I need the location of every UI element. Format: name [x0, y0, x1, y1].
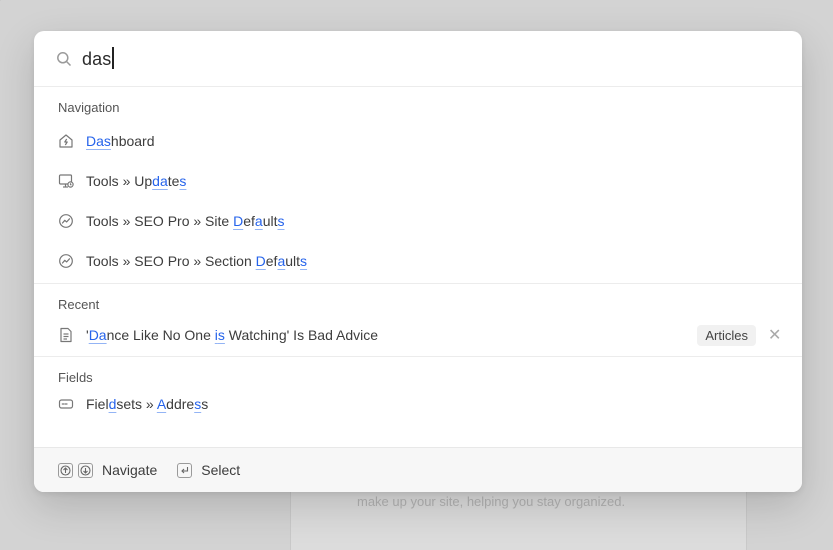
label-text: Watching' Is Bad Advice [224, 327, 379, 343]
label-text: hboard [110, 133, 155, 149]
result-item-tools-updates[interactable]: Tools » Updates [34, 161, 802, 201]
match-highlight: Da [88, 327, 107, 343]
select-hint: Select [201, 462, 241, 478]
result-label: 'Dance Like No One is Watching' Is Bad A… [86, 327, 697, 343]
match-highlight: Das [86, 133, 111, 149]
section-title-recent: Recent [58, 297, 100, 312]
search-icon [56, 51, 72, 67]
arrow-down-key-icon [78, 462, 93, 478]
result-label: Fieldsets » Address [86, 396, 780, 412]
remove-recent-button[interactable]: ✕ [768, 325, 781, 345]
label-text: nce Like No One [106, 327, 215, 343]
seo-chart-icon [58, 213, 74, 229]
label-text: Fiel [86, 396, 109, 412]
match-highlight: A [156, 396, 167, 412]
result-label: Tools » SEO Pro » Site Defaults [86, 213, 780, 229]
label-text: ddre [166, 396, 195, 412]
label-text: ult [285, 253, 301, 269]
search-bar[interactable]: das [34, 31, 802, 87]
result-item-dashboard[interactable]: Dashboard [34, 121, 802, 161]
label-text: te [167, 173, 180, 189]
result-item-fieldsets-address[interactable]: Fieldsets » Address [34, 388, 802, 420]
match-highlight: s [277, 213, 285, 229]
label-text: ef [243, 213, 255, 229]
match-highlight: a [254, 213, 263, 229]
monitor-icon [58, 173, 74, 189]
search-input[interactable]: das [82, 47, 114, 70]
dashboard-icon [58, 133, 74, 149]
label-text: sets » [116, 396, 157, 412]
result-label: Dashboard [86, 133, 780, 149]
label-text: ef [265, 253, 278, 269]
result-label: Tools » Updates [86, 173, 780, 189]
enter-key-icon [177, 462, 193, 478]
seo-chart-icon [58, 253, 74, 269]
collection-badge: Articles [697, 324, 756, 346]
field-icon [58, 396, 74, 412]
document-icon [58, 327, 74, 343]
recent-section: Recent 'Dance Like No One is Watching' I… [34, 284, 802, 357]
match-highlight: D [233, 213, 244, 229]
result-item-recent-entry[interactable]: 'Dance Like No One is Watching' Is Bad A… [34, 315, 802, 355]
match-highlight: s [217, 327, 225, 343]
keyboard-hints-footer: Navigate Select [34, 447, 802, 492]
command-palette: das Navigation Dashboard Tools » Updates [34, 31, 802, 492]
background-text: make up your site, helping you stay orga… [357, 494, 626, 509]
text-caret [112, 47, 114, 69]
section-title-fields: Fields [58, 370, 93, 385]
label-text: ult [262, 213, 278, 229]
fields-section: Fields Fieldsets » Address [34, 357, 802, 420]
match-highlight: s [300, 253, 308, 269]
navigate-hint: Navigate [102, 462, 158, 478]
label-text: Tools » Up [86, 173, 153, 189]
navigation-section: Navigation Dashboard Tools » Updates Too… [34, 87, 802, 284]
match-highlight: D [255, 253, 266, 269]
background-divider [0, 0, 1, 1]
match-highlight: s [179, 173, 187, 189]
match-highlight: da [152, 173, 168, 189]
result-item-seo-section-defaults[interactable]: Tools » SEO Pro » Section Defaults [34, 241, 802, 281]
result-label: Tools » SEO Pro » Section Defaults [86, 253, 780, 269]
label-text: Tools » SEO Pro » Section [86, 253, 256, 269]
label-text: s [201, 396, 209, 412]
label-text: Tools » SEO Pro » Site [86, 213, 234, 229]
section-title-navigation: Navigation [58, 100, 120, 115]
arrow-up-key-icon [58, 462, 73, 478]
result-item-seo-site-defaults[interactable]: Tools » SEO Pro » Site Defaults [34, 201, 802, 241]
